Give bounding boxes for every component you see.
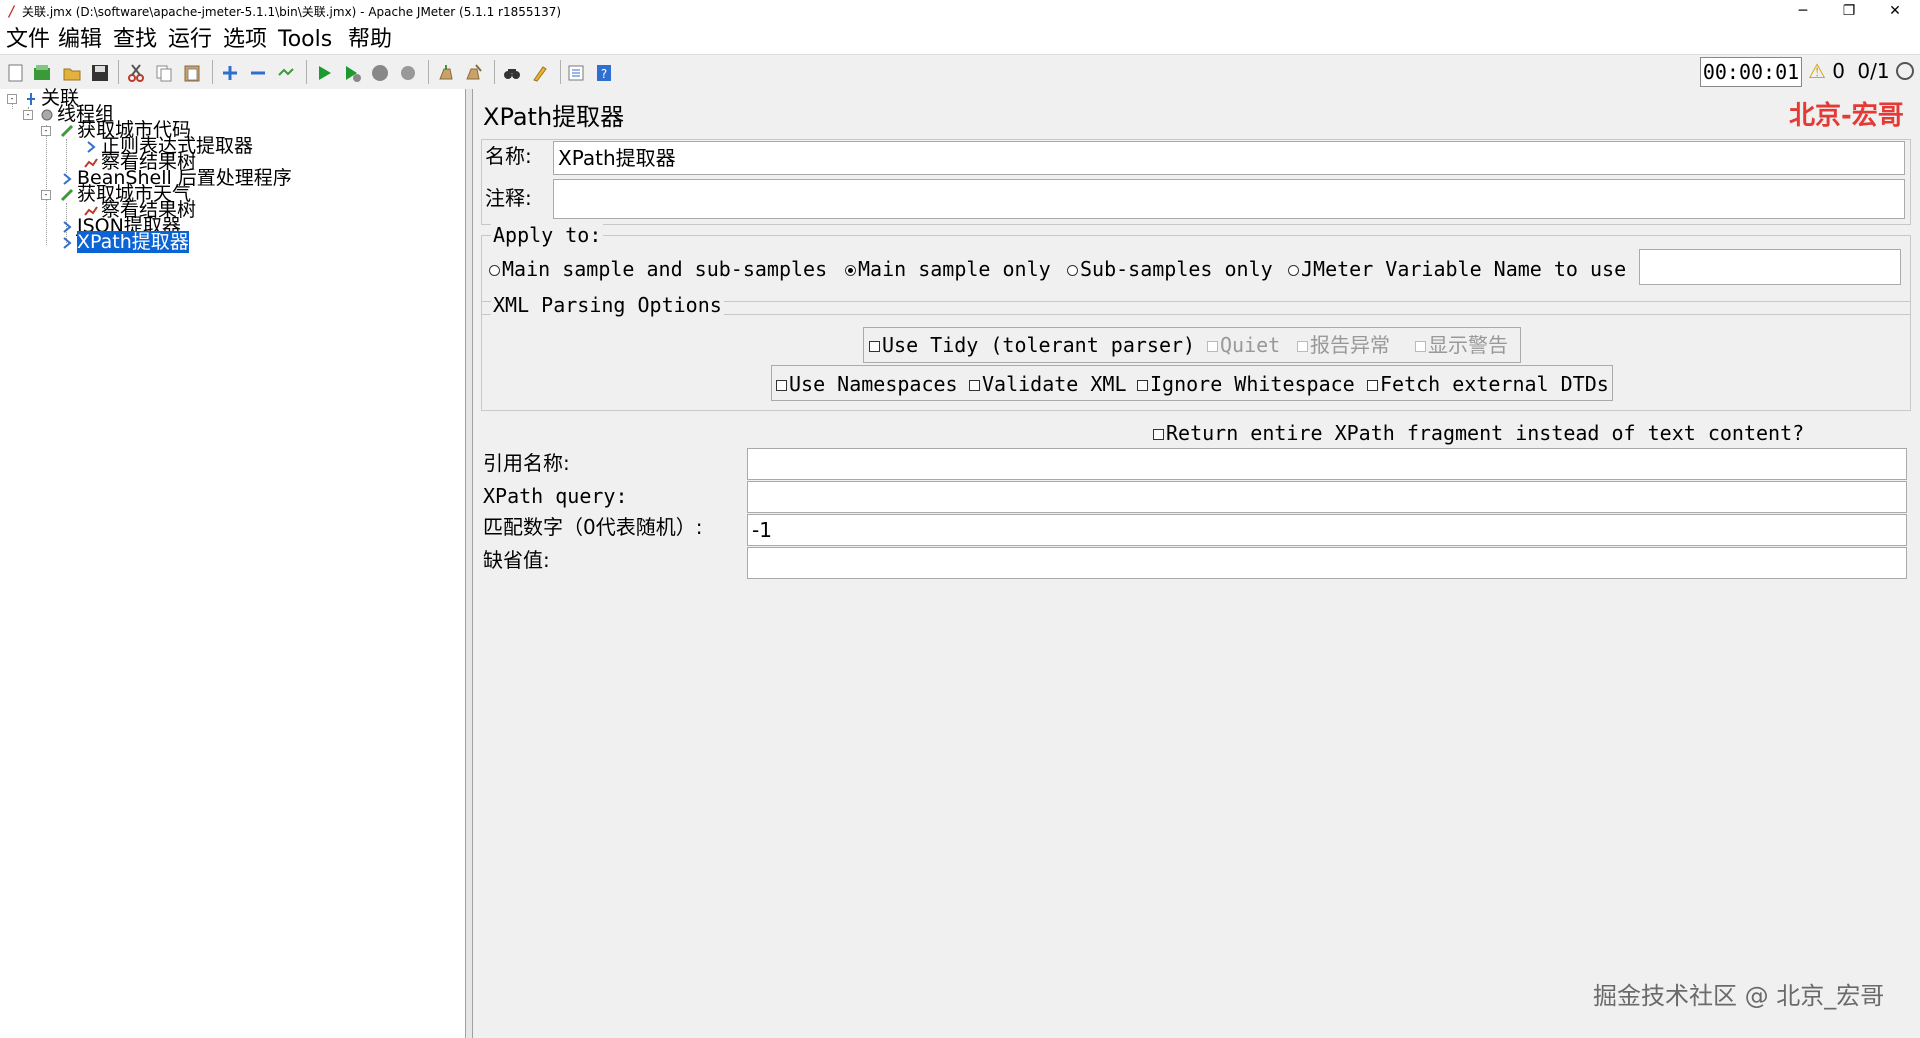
watermark-bottom: 掘金技术社区 @ 北京_宏哥	[1593, 982, 1885, 1010]
start-no-timers-icon[interactable]	[342, 63, 362, 83]
xpath-query-input[interactable]	[747, 481, 1907, 513]
apply-to-legend: Apply to:	[491, 223, 604, 247]
search-icon[interactable]	[502, 63, 522, 83]
thread-group-expander[interactable]: -	[23, 110, 33, 120]
name-field[interactable]: XPath提取器	[553, 141, 1905, 175]
radio-jmeter-variable[interactable]: JMeter Variable Name to use	[1288, 257, 1626, 281]
new-icon[interactable]	[6, 63, 26, 83]
root-expander[interactable]: -	[7, 94, 17, 104]
radio-sub-only[interactable]: Sub-samples only	[1067, 257, 1273, 281]
sampler2-expander[interactable]: -	[41, 190, 51, 200]
comment-field[interactable]	[553, 179, 1905, 219]
collapse-icon[interactable]	[248, 63, 268, 83]
menu-run[interactable]: 运行	[168, 26, 212, 54]
menu-file[interactable]: 文件	[6, 26, 50, 54]
http-sampler-icon	[60, 188, 74, 201]
clear-all-icon[interactable]	[464, 63, 484, 83]
copy-icon[interactable]	[154, 63, 174, 83]
comment-label: 注释:	[485, 186, 532, 210]
radio-main-and-sub[interactable]: Main sample and sub-samples	[489, 257, 827, 281]
menu-tools[interactable]: Tools	[278, 26, 332, 54]
cut-icon[interactable]	[126, 63, 146, 83]
minimize-button[interactable]: ─	[1780, 0, 1826, 24]
radio-main-only[interactable]: Main sample only	[845, 257, 1051, 281]
menu-options[interactable]: 选项	[223, 26, 267, 54]
quiet-checkbox: Quiet	[1207, 333, 1280, 357]
split-pane-divider[interactable]	[466, 89, 473, 1038]
post-processor-icon	[87, 140, 96, 153]
panel-title: XPath提取器	[483, 103, 625, 131]
menu-bar: 文件 编辑 查找 运行 选项 Tools 帮助	[0, 26, 1920, 54]
xpath-extractor-panel: XPath提取器 北京-宏哥 名称: XPath提取器 注释: Apply to…	[473, 89, 1920, 1038]
clear-icon[interactable]	[436, 63, 456, 83]
menu-edit[interactable]: 编辑	[58, 26, 102, 54]
toggle-icon[interactable]	[276, 63, 296, 83]
xpath-query-label: XPath query:	[483, 484, 628, 508]
ref-name-input[interactable]	[747, 448, 1907, 480]
fetch-dtds-checkbox[interactable]: Fetch external DTDs	[1367, 372, 1609, 396]
restore-button[interactable]: ❐	[1826, 0, 1872, 24]
test-plan-tree: - 关联 - 线程组 - 获取城市代码 正则表达式提取器 察看结果树 BeanS…	[0, 89, 466, 1038]
menu-help[interactable]: 帮助	[348, 26, 392, 54]
tree-node-xpath-extractor[interactable]: XPath提取器	[60, 231, 189, 253]
help-icon[interactable]: ?	[594, 63, 614, 83]
match-no-input[interactable]: -1	[747, 514, 1907, 546]
warning-count: 0	[1832, 59, 1846, 83]
stop-icon[interactable]	[370, 63, 390, 83]
sampler1-expander[interactable]: -	[41, 126, 51, 136]
show-warnings-checkbox: 显示警告	[1415, 333, 1508, 357]
reset-search-icon[interactable]	[530, 63, 550, 83]
templates-icon[interactable]	[32, 63, 52, 83]
report-errors-checkbox: 报告异常	[1297, 333, 1390, 357]
remote-status-icon	[1896, 62, 1914, 80]
active-threads: 0/1	[1857, 59, 1890, 83]
watermark-top: 北京-宏哥	[1789, 101, 1904, 131]
window-title: 关联.jmx (D:\software\apache-jmeter-5.1.1\…	[22, 5, 562, 19]
post-processor-icon	[63, 172, 72, 185]
use-namespaces-checkbox[interactable]: Use Namespaces	[776, 372, 958, 396]
jmeter-variable-input[interactable]	[1639, 249, 1901, 285]
paste-icon[interactable]	[182, 63, 202, 83]
thread-group-icon	[41, 109, 53, 120]
match-no-label: 匹配数字（0代表随机）:	[483, 515, 703, 539]
close-button[interactable]: ✕	[1872, 0, 1918, 24]
svg-text:?: ?	[601, 67, 607, 81]
function-helper-icon[interactable]	[566, 63, 586, 83]
ignore-whitespace-checkbox[interactable]: Ignore Whitespace	[1137, 372, 1355, 396]
window-titlebar: 关联.jmx (D:\software\apache-jmeter-5.1.1\…	[0, 0, 1920, 26]
shutdown-icon[interactable]	[398, 63, 418, 83]
use-tidy-checkbox[interactable]: Use Tidy (tolerant parser)	[869, 333, 1195, 357]
warning-counter[interactable]: ⚠ 0 0/1	[1808, 57, 1890, 85]
save-icon[interactable]	[90, 63, 110, 83]
validate-xml-checkbox[interactable]: Validate XML	[969, 372, 1127, 396]
test-plan-icon	[27, 92, 35, 105]
return-fragment-checkbox[interactable]: Return entire XPath fragment instead of …	[1153, 421, 1804, 445]
ref-name-label: 引用名称:	[483, 451, 570, 475]
toolbar: ? 00:00:01 ⚠ 0 0/1	[0, 54, 1920, 90]
expand-icon[interactable]	[220, 63, 240, 83]
default-value-input[interactable]	[747, 547, 1907, 579]
http-sampler-icon	[60, 124, 74, 137]
menu-search[interactable]: 查找	[113, 26, 157, 54]
warning-icon: ⚠	[1808, 59, 1826, 83]
default-value-label: 缺省值:	[483, 548, 550, 572]
start-icon[interactable]	[314, 63, 334, 83]
xml-parsing-legend: XML Parsing Options	[491, 293, 724, 317]
post-processor-icon	[63, 236, 72, 249]
open-icon[interactable]	[62, 63, 82, 83]
post-processor-icon	[63, 220, 72, 233]
elapsed-time: 00:00:01	[1700, 57, 1802, 87]
jmeter-feather-icon	[8, 5, 15, 18]
name-label: 名称:	[485, 144, 532, 168]
